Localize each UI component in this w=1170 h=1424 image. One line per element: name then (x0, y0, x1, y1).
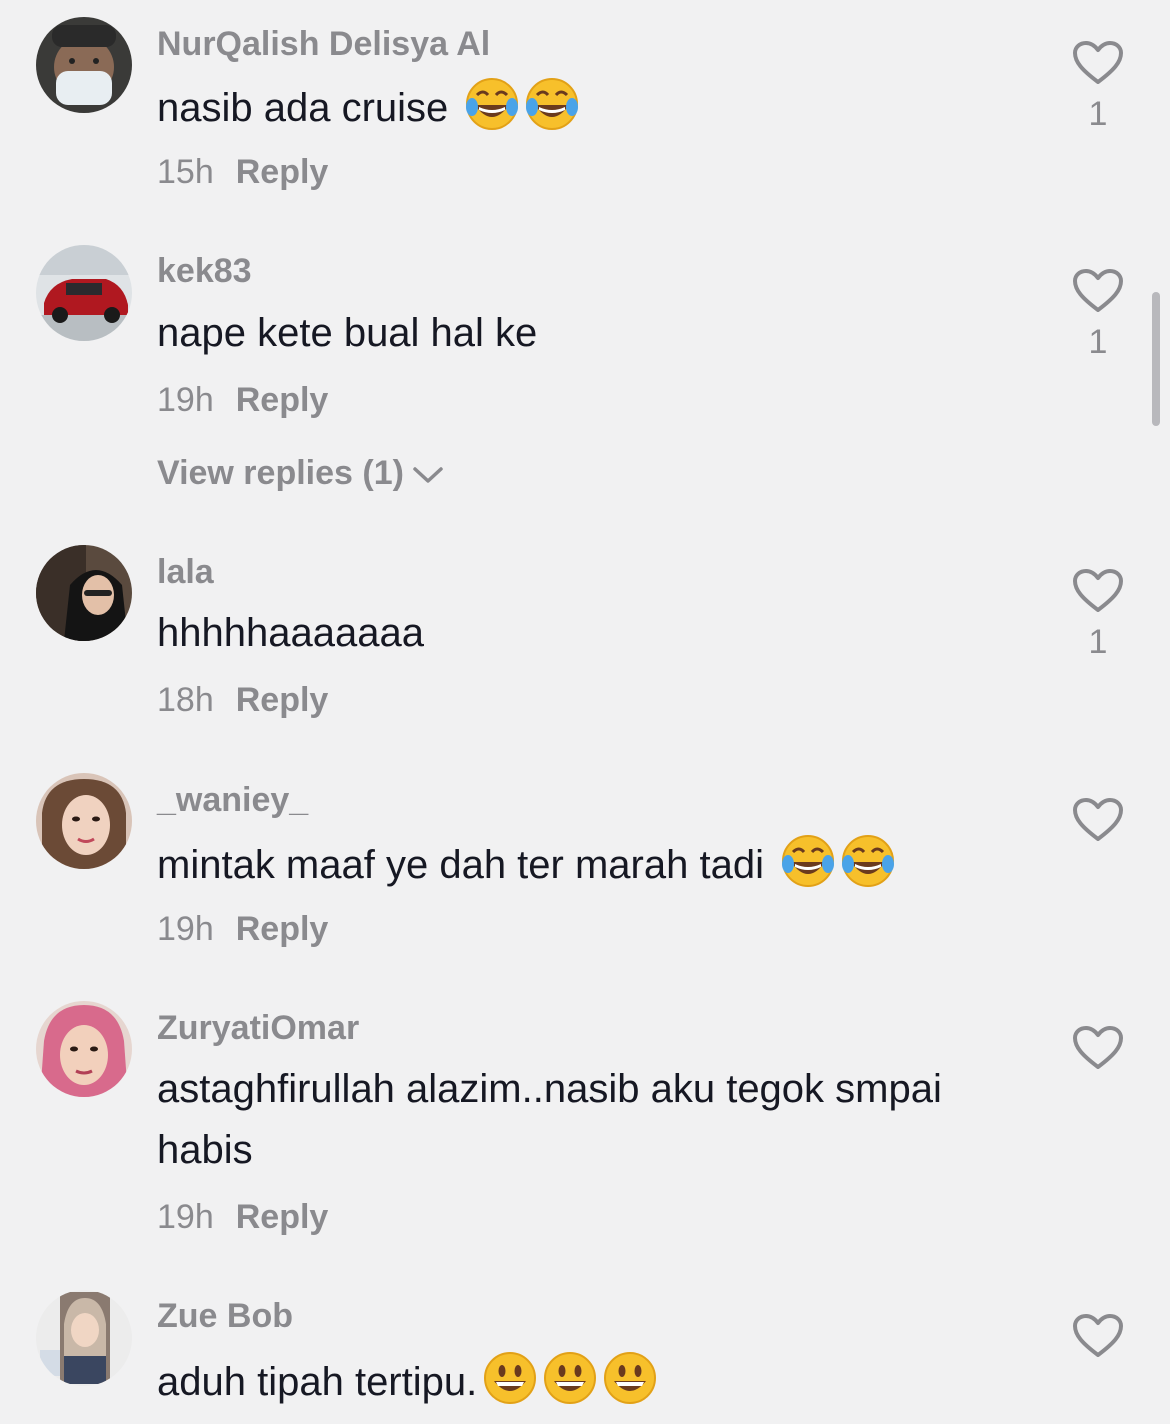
heart-icon (1073, 1026, 1123, 1069)
comment-text-body: hhhhhaaaaaaa (157, 611, 424, 655)
avatar-image (36, 773, 132, 869)
comment-meta: 19h Reply (157, 909, 328, 949)
comment-text: aduh tipah tertipu. (157, 1351, 1017, 1413)
face-with-tears-of-joy-emoji (525, 77, 579, 131)
reply-button[interactable]: Reply (236, 381, 329, 419)
heart-icon (1073, 1314, 1123, 1357)
grinning-face-with-big-eyes-emoji (603, 1351, 657, 1405)
comment-text: nape kete bual hal ke (157, 303, 1017, 364)
like-button[interactable]: 1 (1070, 568, 1126, 662)
heart-icon (1073, 41, 1123, 84)
comment-text: mintak maaf ye dah ter marah tadi (157, 834, 1017, 896)
like-button[interactable]: 1 (1070, 40, 1126, 134)
heart-icon (1073, 569, 1123, 612)
avatar[interactable] (36, 545, 132, 641)
like-count: 1 (1088, 623, 1108, 661)
comment-username[interactable]: lala (157, 552, 214, 592)
comment-meta: 15h Reply (157, 152, 328, 192)
like-count: 1 (1088, 95, 1108, 133)
avatar-image (36, 1001, 132, 1097)
heart-icon (1073, 269, 1123, 312)
like-count: 1 (1088, 323, 1108, 361)
face-with-tears-of-joy-emoji (781, 834, 835, 888)
avatar[interactable] (36, 17, 132, 113)
comment-username[interactable]: kek83 (157, 251, 252, 291)
comment-username[interactable]: Zue Bob (157, 1296, 293, 1336)
chevron-down-icon (413, 467, 443, 483)
grinning-face-with-big-eyes-emoji (543, 1351, 597, 1405)
avatar-image (36, 1290, 132, 1386)
comment-meta: 19h Reply (157, 380, 328, 420)
face-with-tears-of-joy-emoji (465, 77, 519, 131)
grinning-face-with-big-eyes-emoji (483, 1351, 537, 1405)
comment-text-body: nape kete bual hal ke (157, 311, 538, 355)
avatar[interactable] (36, 1001, 132, 1097)
view-replies-label: View replies (1) (157, 454, 404, 492)
comment-time: 19h (157, 381, 214, 419)
comment-text: nasib ada cruise (157, 77, 1017, 139)
heart-icon (1073, 798, 1123, 841)
reply-button[interactable]: Reply (236, 681, 329, 719)
reply-button[interactable]: Reply (236, 910, 329, 948)
comment-text-body: aduh tipah tertipu. (157, 1360, 478, 1404)
comment-username[interactable]: ZuryatiOmar (157, 1008, 359, 1048)
comment-list: NurQalish Delisya Al nasib ada cruise 15… (0, 0, 1170, 1424)
like-button[interactable] (1070, 1313, 1126, 1367)
comment-text-body: mintak maaf ye dah ter marah tadi (157, 843, 764, 887)
comment-time: 18h (157, 681, 214, 719)
comment-time: 19h (157, 910, 214, 948)
like-button[interactable] (1070, 797, 1126, 851)
comment-meta: 19h Reply (157, 1197, 328, 1237)
avatar[interactable] (36, 1290, 132, 1386)
comment-username[interactable]: NurQalish Delisya Al (157, 24, 490, 64)
comment-text-body: astaghfirullah alazim..nasib aku tegok s… (157, 1067, 942, 1172)
comment-time: 19h (157, 1198, 214, 1236)
comment-text-body: nasib ada cruise (157, 86, 449, 130)
view-replies-button[interactable]: View replies (1) (157, 453, 444, 493)
like-button[interactable]: 1 (1070, 268, 1126, 362)
comment-time: 15h (157, 153, 214, 191)
face-with-tears-of-joy-emoji (841, 834, 895, 888)
reply-button[interactable]: Reply (236, 153, 329, 191)
avatar-image (36, 545, 132, 641)
avatar[interactable] (36, 773, 132, 869)
comment-meta: 18h Reply (157, 680, 328, 720)
comment-text: astaghfirullah alazim..nasib aku tegok s… (157, 1059, 1017, 1181)
avatar-image (36, 245, 132, 341)
reply-button[interactable]: Reply (236, 1198, 329, 1236)
like-button[interactable] (1070, 1025, 1126, 1079)
comment-username[interactable]: _waniey_ (157, 780, 308, 820)
avatar-image (36, 17, 132, 113)
avatar[interactable] (36, 245, 132, 341)
comment-text: hhhhhaaaaaaa (157, 603, 1017, 664)
scrollbar[interactable] (1152, 292, 1160, 426)
